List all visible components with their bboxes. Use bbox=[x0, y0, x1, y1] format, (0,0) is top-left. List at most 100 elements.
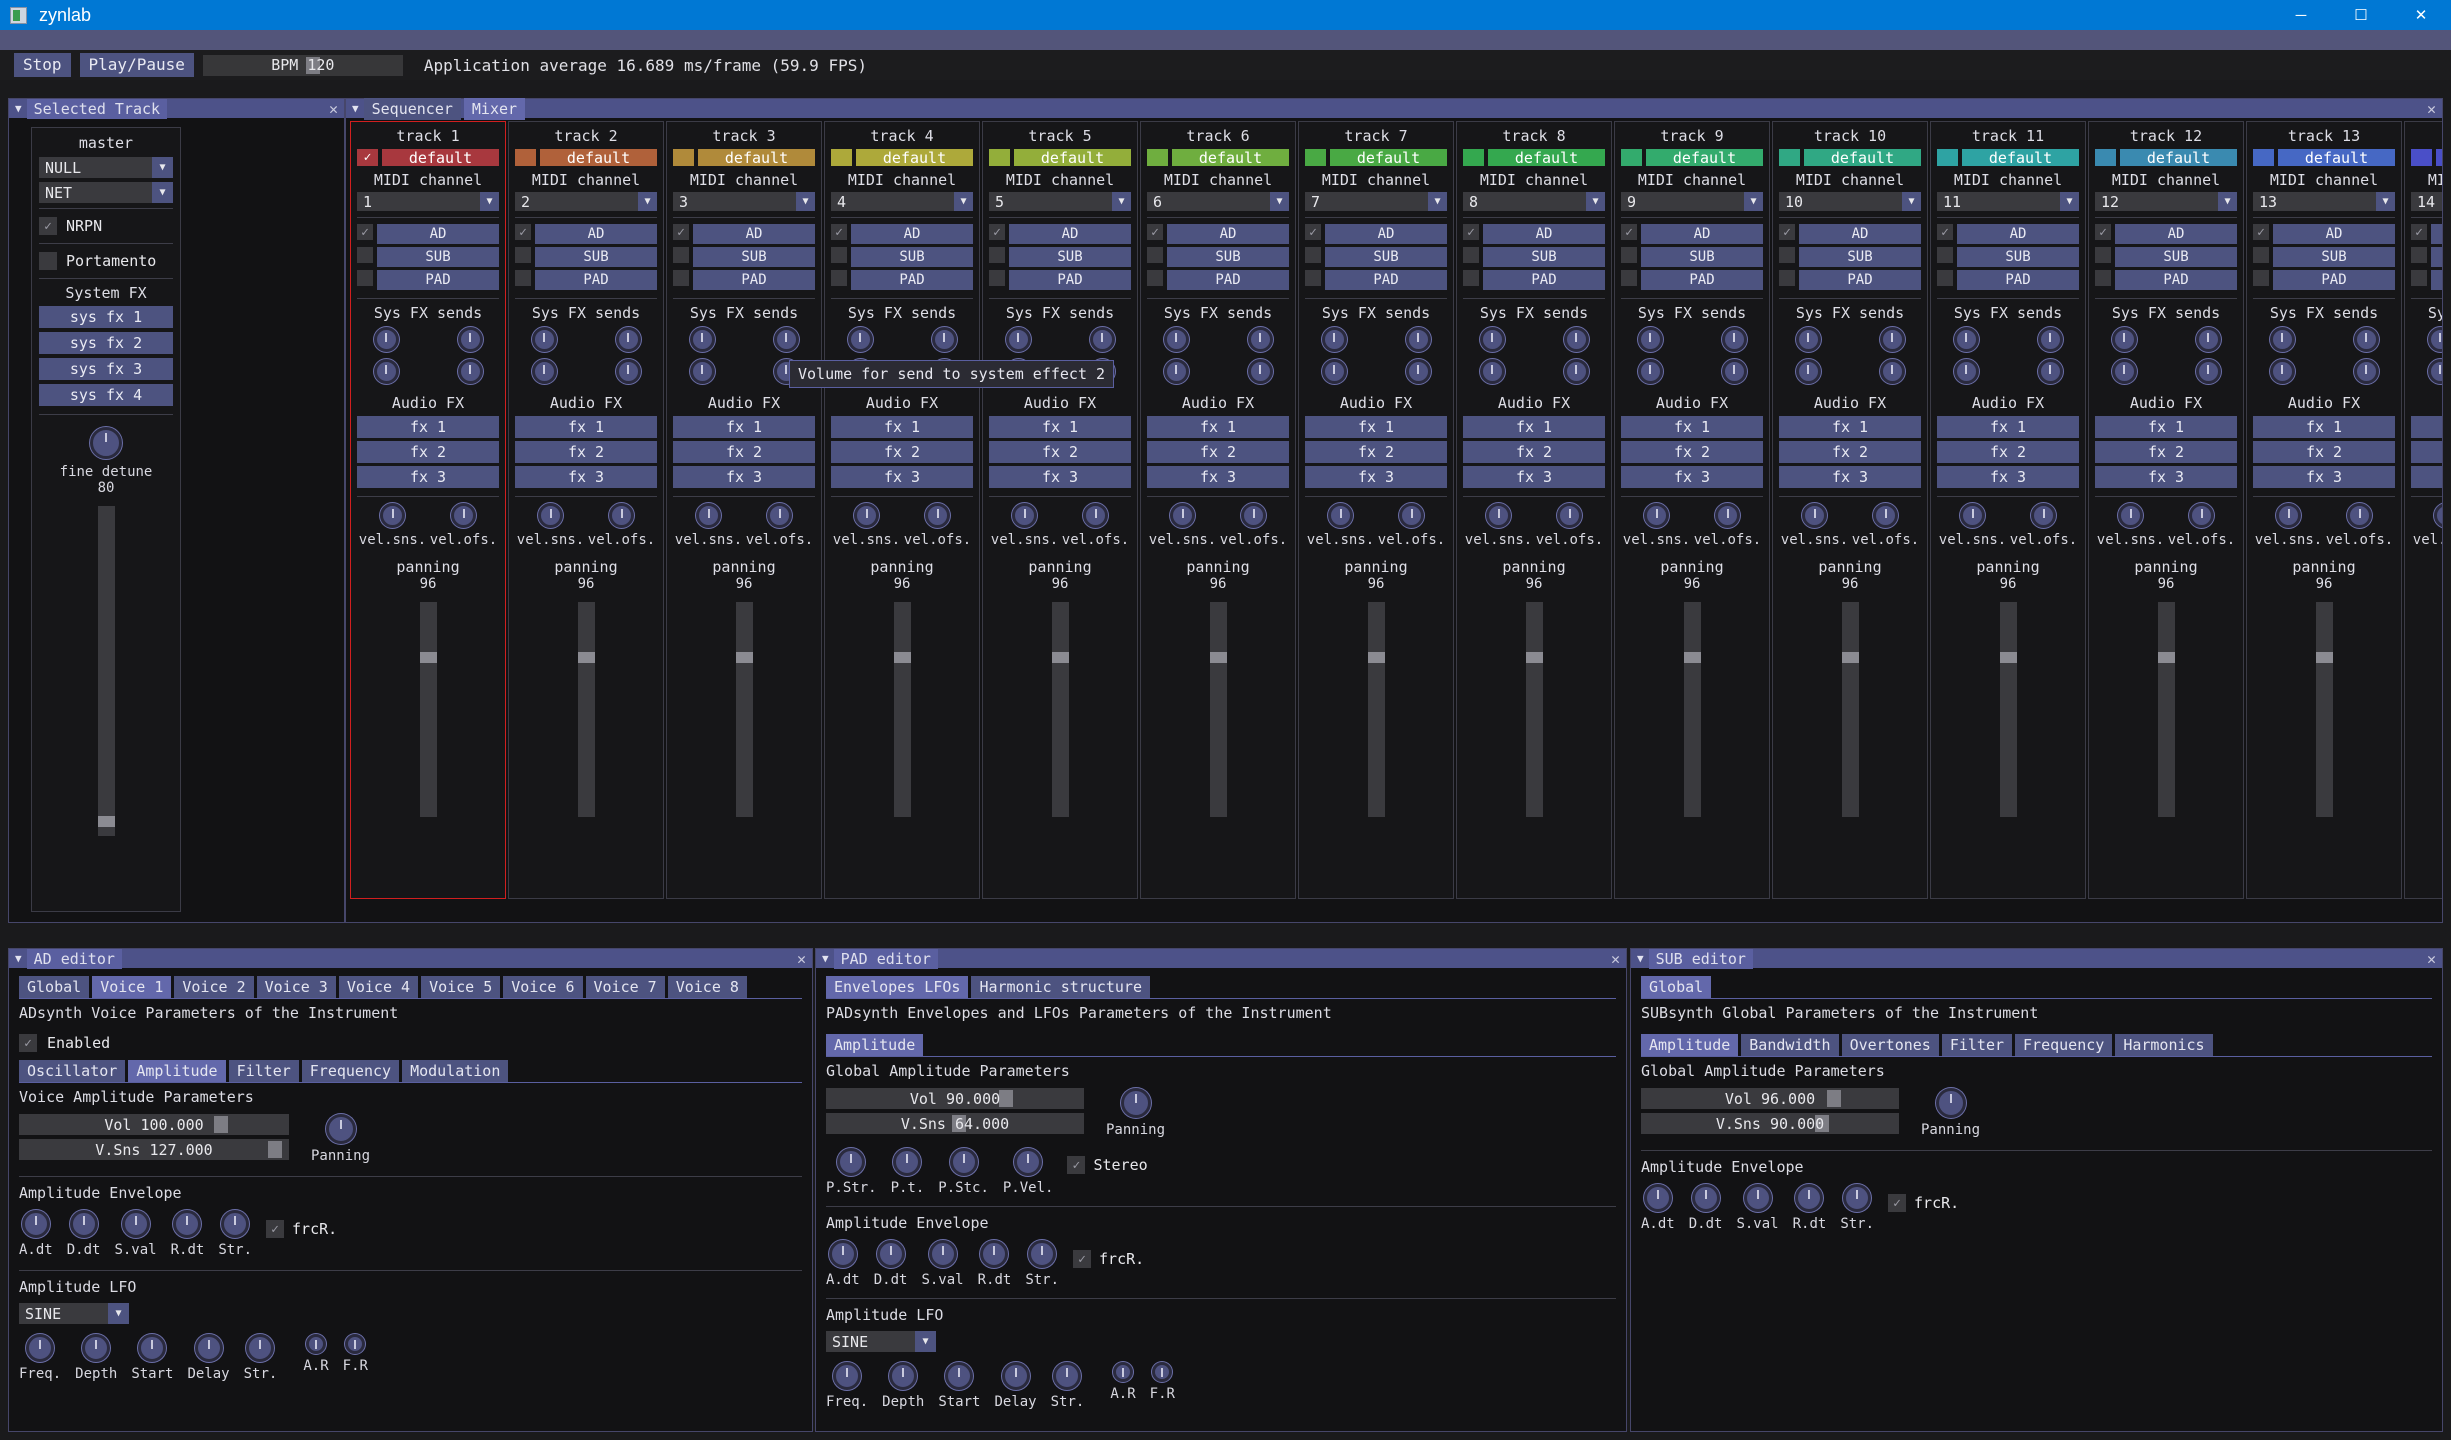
sys-fx-send-knob-1[interactable] bbox=[1006, 327, 1031, 352]
pad-vsns-slider[interactable]: V.Sns 64.000 bbox=[826, 1113, 1084, 1134]
pad-lfo-knob-4[interactable] bbox=[1053, 1362, 1081, 1390]
pad-vol-slider[interactable]: Vol 90.000 bbox=[826, 1088, 1084, 1109]
sys-fx-send-knob-1[interactable] bbox=[1796, 327, 1821, 352]
portamento-row[interactable]: Portamento bbox=[39, 249, 173, 273]
ad-tab-voice-5[interactable]: Voice 5 bbox=[421, 976, 500, 998]
pad-lfo-knob-3[interactable] bbox=[1002, 1362, 1030, 1390]
sub-env-knob-3[interactable] bbox=[1795, 1184, 1823, 1212]
track-enable-checkbox[interactable] bbox=[1147, 149, 1168, 166]
sys-fx-send-knob-2[interactable] bbox=[932, 327, 957, 352]
synth-ad-button[interactable]: AD bbox=[1167, 224, 1289, 244]
synth-sub-button[interactable]: SUB bbox=[2273, 247, 2395, 267]
pad-vol-handle[interactable] bbox=[999, 1090, 1013, 1107]
pad-pan-knob-2[interactable] bbox=[950, 1148, 978, 1176]
audio-fx-button-3[interactable]: fx 3 bbox=[989, 466, 1131, 488]
sub-panning-knob[interactable] bbox=[1936, 1088, 1966, 1118]
sys-fx-send-knob-3[interactable] bbox=[2112, 359, 2137, 384]
synth-pad-checkbox[interactable] bbox=[1779, 270, 1795, 286]
collapse-arrow-icon[interactable]: ▼ bbox=[352, 102, 359, 115]
mixer-strip[interactable]: track 5defaultMIDI channel5▼✓ADSUBPADSys… bbox=[982, 121, 1138, 899]
pad-lfo-small-knob-0[interactable] bbox=[1113, 1362, 1133, 1382]
synth-pad-checkbox[interactable] bbox=[989, 270, 1005, 286]
track-enable-checkbox[interactable] bbox=[1305, 149, 1326, 166]
sys-fx-send-knob-2[interactable] bbox=[1406, 327, 1431, 352]
synth-sub-button[interactable]: SUB bbox=[1483, 247, 1605, 267]
track-volume-handle[interactable] bbox=[2158, 652, 2175, 663]
synth-sub-checkbox[interactable] bbox=[1621, 247, 1637, 263]
sys-fx-send-knob-3[interactable] bbox=[374, 359, 399, 384]
ad-lfo-knob-0[interactable] bbox=[26, 1334, 54, 1362]
audio-fx-button-3[interactable]: fx 3 bbox=[673, 466, 815, 488]
ad-tab-voice-3[interactable]: Voice 3 bbox=[257, 976, 336, 998]
mixer-strip[interactable]: track 2defaultMIDI channel2▼✓ADSUBPADSys… bbox=[508, 121, 664, 899]
system-fx-button-4[interactable]: sys fx 4 bbox=[39, 384, 173, 406]
sys-fx-send-knob-3[interactable] bbox=[2270, 359, 2295, 384]
mixer-header[interactable]: ▼ SequencerMixer ✕ bbox=[346, 99, 2442, 118]
ad-voice-tab-bar[interactable]: GlobalVoice 1Voice 2Voice 3Voice 4Voice … bbox=[19, 976, 802, 998]
vel-ofs-knob[interactable] bbox=[451, 503, 476, 528]
master-volume-fader[interactable] bbox=[98, 506, 115, 836]
track-instrument-button[interactable]: default bbox=[1172, 149, 1289, 166]
pad-stereo-row[interactable]: ✓ Stereo bbox=[1067, 1156, 1147, 1174]
vel-ofs-knob[interactable] bbox=[1399, 503, 1424, 528]
sub-editor-close-icon[interactable]: ✕ bbox=[2427, 950, 2436, 968]
vel-sns-knob[interactable] bbox=[1960, 503, 1985, 528]
sub-tab-global[interactable]: Global bbox=[1641, 976, 1711, 998]
audio-fx-button-2[interactable]: fx 2 bbox=[2253, 441, 2395, 463]
ad-lfo-knob-3[interactable] bbox=[195, 1334, 223, 1362]
synth-ad-button[interactable]: AD bbox=[693, 224, 815, 244]
track-instrument-button[interactable]: default bbox=[698, 149, 815, 166]
chevron-down-icon[interactable]: ▼ bbox=[915, 1331, 936, 1352]
chevron-down-icon[interactable]: ▼ bbox=[2218, 192, 2237, 211]
synth-sub-button[interactable]: SUB bbox=[1325, 247, 1447, 267]
sys-fx-send-knob-2[interactable] bbox=[2354, 327, 2379, 352]
play-pause-button[interactable]: Play/Pause bbox=[80, 53, 194, 77]
synth-ad-checkbox[interactable]: ✓ bbox=[1779, 224, 1795, 240]
selected-track-header[interactable]: ▼ Selected Track ✕ bbox=[9, 99, 344, 118]
synth-ad-checkbox[interactable]: ✓ bbox=[2095, 224, 2111, 240]
synth-ad-button[interactable]: AD bbox=[1483, 224, 1605, 244]
pad-env-knob-2[interactable] bbox=[929, 1240, 957, 1268]
sub-env-knob-4[interactable] bbox=[1843, 1184, 1871, 1212]
synth-ad-button[interactable]: AD bbox=[1957, 224, 2079, 244]
sys-fx-send-knob-4[interactable] bbox=[1880, 359, 1905, 384]
synth-ad-checkbox[interactable]: ✓ bbox=[1147, 224, 1163, 240]
system-fx-button-2[interactable]: sys fx 2 bbox=[39, 332, 173, 354]
pad-env-knob-4[interactable] bbox=[1028, 1240, 1056, 1268]
mixer-tab-mixer[interactable]: Mixer bbox=[464, 98, 525, 120]
bpm-slider[interactable]: BPM 120 bbox=[203, 55, 403, 76]
ad-tab-voice-1[interactable]: Voice 1 bbox=[92, 976, 171, 998]
ad-enabled-checkbox[interactable]: ✓ bbox=[19, 1034, 37, 1052]
ad-tab-global[interactable]: Global bbox=[19, 976, 89, 998]
pad-pan-knob-3[interactable] bbox=[1014, 1148, 1042, 1176]
preset-combo[interactable]: NET ▼ bbox=[39, 182, 173, 203]
audio-fx-button-3[interactable]: fx 3 bbox=[1779, 466, 1921, 488]
sys-fx-send-knob-2[interactable] bbox=[1090, 327, 1115, 352]
sub-vol-handle[interactable] bbox=[1827, 1090, 1841, 1107]
sys-fx-send-knob-4[interactable] bbox=[616, 359, 641, 384]
pad-env-knob-1[interactable] bbox=[877, 1240, 905, 1268]
synth-sub-button[interactable]: SUB bbox=[851, 247, 973, 267]
chevron-down-icon[interactable]: ▼ bbox=[1586, 192, 1605, 211]
audio-fx-button-1[interactable]: fx 1 bbox=[989, 416, 1131, 438]
audio-fx-button-1[interactable]: fx 1 bbox=[1463, 416, 1605, 438]
track-volume-fader[interactable] bbox=[736, 602, 753, 817]
synth-ad-button[interactable]: AD bbox=[1799, 224, 1921, 244]
sys-fx-send-knob-1[interactable] bbox=[1322, 327, 1347, 352]
track-volume-handle[interactable] bbox=[736, 652, 753, 663]
synth-pad-checkbox[interactable] bbox=[2253, 270, 2269, 286]
sub-vol-slider[interactable]: Vol 96.000 bbox=[1641, 1088, 1899, 1109]
audio-fx-button-2[interactable]: fx 2 bbox=[2095, 441, 2237, 463]
sub-param-tab-overtones[interactable]: Overtones bbox=[1842, 1034, 1939, 1056]
mixer-strip[interactable]: track 9defaultMIDI channel9▼✓ADSUBPADSys… bbox=[1614, 121, 1770, 899]
audio-fx-button-3[interactable]: fx 3 bbox=[2253, 466, 2395, 488]
sys-fx-send-knob-2[interactable] bbox=[1564, 327, 1589, 352]
vel-ofs-knob[interactable] bbox=[2347, 503, 2372, 528]
sub-param-tab-filter[interactable]: Filter bbox=[1942, 1034, 2012, 1056]
mixer-tab-sequencer[interactable]: Sequencer bbox=[364, 98, 461, 120]
synth-pad-checkbox[interactable] bbox=[1937, 270, 1953, 286]
chevron-down-icon[interactable]: ▼ bbox=[1270, 192, 1289, 211]
pad-pan-knob-0[interactable] bbox=[837, 1148, 865, 1176]
track-instrument-button[interactable]: default bbox=[1488, 149, 1605, 166]
vel-sns-knob[interactable] bbox=[1486, 503, 1511, 528]
